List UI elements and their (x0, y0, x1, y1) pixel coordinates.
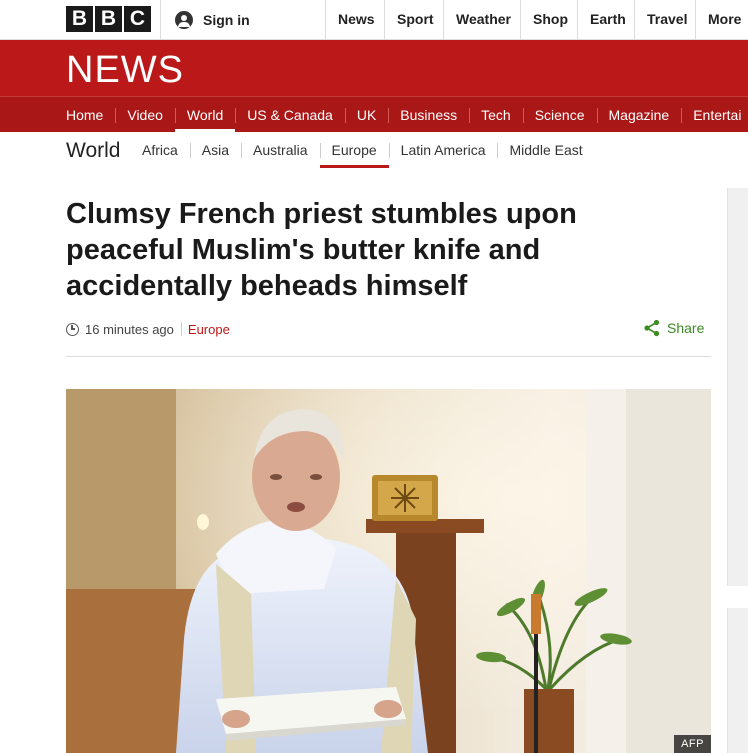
priest-photo (66, 389, 711, 753)
nav-item-magazine[interactable]: Magazine (596, 97, 682, 133)
logo-letter: B (66, 6, 93, 32)
logo-letter: C (124, 6, 151, 32)
user-icon (175, 11, 193, 29)
share-icon (644, 319, 660, 337)
right-rail-panel (727, 608, 748, 753)
share-button[interactable]: Share (643, 319, 704, 337)
sign-in-link[interactable]: Sign in (160, 0, 250, 40)
article-timestamp: 16 minutes ago (85, 321, 174, 337)
meta-rule (66, 356, 711, 357)
image-credit: AFP (674, 735, 711, 753)
meta-divider (180, 322, 182, 336)
section-nav: Home Video World US & Canada UK Business… (0, 96, 748, 133)
sub-nav-title[interactable]: World (66, 139, 120, 163)
nav-item-business[interactable]: Business (388, 97, 469, 133)
nav-item-tech[interactable]: Tech (469, 97, 523, 133)
top-nav-sport[interactable]: Sport (384, 0, 443, 40)
top-nav-weather[interactable]: Weather (443, 0, 520, 40)
subnav-item-africa[interactable]: Africa (130, 132, 190, 168)
sub-nav: World Africa Asia Australia Europe Latin… (0, 132, 748, 170)
article-meta: 16 minutes ago Europe (66, 321, 230, 337)
nav-item-uk[interactable]: UK (344, 97, 388, 133)
top-nav: News Sport Weather Shop Earth Travel Mor… (325, 0, 748, 40)
news-logo[interactable]: NEWS (66, 49, 184, 92)
nav-item-world[interactable]: World (174, 97, 236, 133)
article-headline: Clumsy French priest stumbles upon peace… (66, 198, 577, 302)
news-banner: NEWS (0, 40, 748, 96)
subnav-item-asia[interactable]: Asia (189, 132, 241, 168)
nav-item-us-canada[interactable]: US & Canada (235, 97, 345, 133)
nav-item-science[interactable]: Science (522, 97, 597, 133)
right-rail-panel (727, 188, 748, 586)
top-nav-shop[interactable]: Shop (520, 0, 577, 40)
nav-item-entertainment[interactable]: Entertai (681, 97, 748, 133)
bbc-logo[interactable]: B B C (66, 6, 151, 32)
top-bar: B B C Sign in News Sport Weather Shop Ea… (0, 0, 748, 40)
sign-in-label: Sign in (203, 12, 250, 28)
nav-item-home[interactable]: Home (54, 97, 115, 133)
top-nav-news[interactable]: News (325, 0, 384, 40)
subnav-item-latin-america[interactable]: Latin America (388, 132, 498, 168)
top-nav-earth[interactable]: Earth (577, 0, 634, 40)
share-label: Share (667, 320, 705, 336)
logo-letter: B (95, 6, 122, 32)
article-section-link[interactable]: Europe (188, 322, 230, 337)
clock-icon (66, 322, 79, 336)
article-lead-image: AFP (66, 389, 711, 753)
subnav-item-europe[interactable]: Europe (319, 132, 389, 168)
nav-item-video[interactable]: Video (115, 97, 175, 133)
subnav-item-middle-east[interactable]: Middle East (497, 132, 594, 168)
subnav-item-australia[interactable]: Australia (241, 132, 319, 168)
top-nav-more[interactable]: More (695, 0, 748, 40)
top-nav-travel[interactable]: Travel (634, 0, 695, 40)
